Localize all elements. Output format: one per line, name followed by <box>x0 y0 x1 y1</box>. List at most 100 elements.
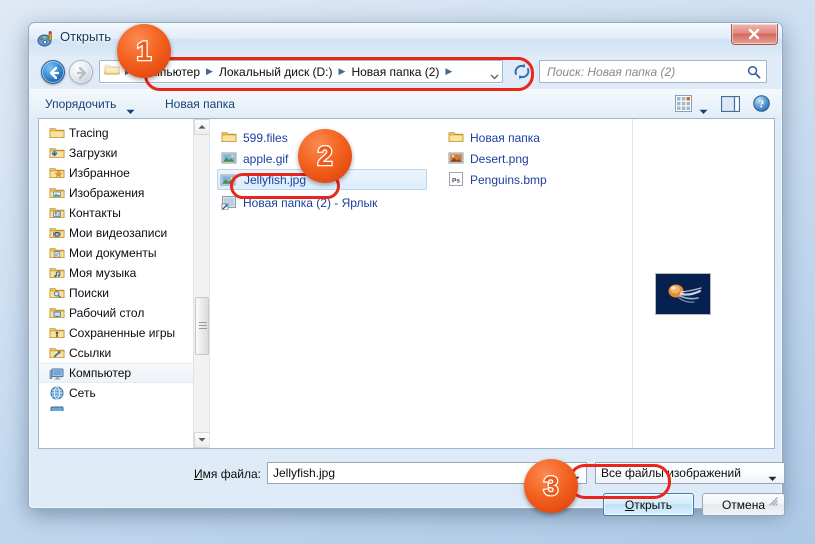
svg-text:?: ? <box>759 99 764 110</box>
list-item-label: 599.files <box>243 131 288 145</box>
sidebar-item-label: Избранное <box>69 166 130 180</box>
links-icon <box>49 345 65 361</box>
resize-grip[interactable] <box>766 493 778 505</box>
chevron-down-icon[interactable] <box>768 471 777 485</box>
scroll-down-button[interactable] <box>194 432 210 448</box>
list-item[interactable]: Desert.png <box>446 148 631 169</box>
sidebar-item-computer[interactable]: Компьютер <box>39 363 209 383</box>
chevron-down-icon[interactable] <box>490 68 499 77</box>
list-item-label: Jellyfish.jpg <box>244 173 306 187</box>
list-item-label: apple.gif <box>243 152 288 166</box>
search-input[interactable]: Поиск: Новая папка (2) <box>539 60 767 83</box>
sidebar-item-desktop[interactable]: Рабочий стол <box>39 303 209 323</box>
sidebar-scrollbar[interactable] <box>193 119 209 448</box>
preview-pane-icon[interactable] <box>721 96 740 117</box>
open-button[interactable]: Открыть <box>603 493 694 516</box>
sidebar-item-documents[interactable]: Мои документы <box>39 243 209 263</box>
sidebar-item-label: Изображения <box>69 186 144 200</box>
downloads-icon <box>49 145 65 161</box>
sidebar-item-label: Рабочий стол <box>69 306 144 320</box>
sidebar-item-pictures[interactable]: Изображения <box>39 183 209 203</box>
sidebar-item-music[interactable]: Моя музыка <box>39 263 209 283</box>
arrow-right-icon <box>74 65 90 81</box>
filename-label-mnemonic: И <box>194 467 203 481</box>
sidebar-item-partial[interactable] <box>39 403 209 411</box>
jellyfish-thumbnail <box>655 273 711 315</box>
arrow-left-icon <box>46 65 62 81</box>
network-icon <box>49 385 65 401</box>
searches-icon <box>49 285 65 301</box>
content-area: Tracing Загрузки Избранное Изображения <box>38 118 775 449</box>
sidebar-item-label: Tracing <box>69 126 109 140</box>
callout-2: 2 <box>298 129 352 183</box>
list-item[interactable]: Новая папка (2) - Ярлык <box>219 192 429 213</box>
music-icon <box>49 265 65 281</box>
sidebar-item-label: Моя музыка <box>69 266 136 280</box>
cancel-button-label: Отмена <box>722 498 765 512</box>
image-icon <box>448 150 464 166</box>
videos-icon <box>49 225 65 241</box>
scroll-up-button[interactable] <box>194 119 210 135</box>
sidebar-item-links[interactable]: Ссылки <box>39 343 209 363</box>
new-folder-button[interactable]: Новая папка <box>159 95 241 113</box>
filename-label-rest: мя файла: <box>203 467 261 481</box>
sidebar-item-contacts[interactable]: Контакты <box>39 203 209 223</box>
folder-icon <box>104 61 120 82</box>
sidebar-item-favorites[interactable]: Избранное <box>39 163 209 183</box>
shortcut-icon <box>221 194 237 210</box>
scrollbar-thumb[interactable] <box>195 297 209 355</box>
desktop-icon <box>49 305 65 321</box>
refresh-icon <box>511 60 533 83</box>
sidebar-item-network[interactable]: Сеть <box>39 383 209 403</box>
sidebar-item-searches[interactable]: Поиски <box>39 283 209 303</box>
filename-label: Имя файла: <box>194 467 261 481</box>
favorites-icon <box>49 165 65 181</box>
file-type-select[interactable]: Все файлы изображений <box>595 462 785 484</box>
paint-palette-icon <box>37 30 55 48</box>
file-type-value: Все файлы изображений <box>601 466 741 480</box>
sidebar-item-videos[interactable]: Мои видеозаписи <box>39 223 209 243</box>
contacts-icon <box>49 205 65 221</box>
open-file-dialog: Открыть ▶ Компьют <box>28 22 783 509</box>
window-title: Открыть <box>60 29 111 44</box>
close-button[interactable] <box>731 24 778 45</box>
file-list-column-right: Новая папка Desert.png Ps Penguins.bmp <box>446 127 631 190</box>
navigation-pane[interactable]: Tracing Загрузки Избранное Изображения <box>39 119 210 448</box>
documents-icon <box>49 245 65 261</box>
sidebar-item-saved-games[interactable]: Сохраненные игры <box>39 323 209 343</box>
list-item[interactable]: Новая папка <box>446 127 631 148</box>
callout-3: 3 <box>524 459 578 513</box>
open-button-mnemonic: О <box>625 498 634 512</box>
list-item-label: Penguins.bmp <box>470 173 547 187</box>
svg-text:Ps: Ps <box>452 177 460 184</box>
list-item[interactable]: Ps Penguins.bmp <box>446 169 631 190</box>
list-item-label: Desert.png <box>470 152 529 166</box>
breadcrumb-item-new-folder[interactable]: Новая папка (2) <box>348 63 442 81</box>
list-item-label: Новая папка <box>470 131 540 145</box>
breadcrumb-separator: ▶ <box>442 66 455 77</box>
forward-button[interactable] <box>69 60 93 84</box>
sidebar-item-label: Сохраненные игры <box>69 326 175 340</box>
toolbar: Упорядочить Новая папка <box>29 89 782 117</box>
open-button-rest: ткрыть <box>634 498 672 512</box>
breadcrumb-item-local-disk[interactable]: Локальный диск (D:) <box>216 63 336 81</box>
organize-button[interactable]: Упорядочить <box>39 95 122 113</box>
file-list[interactable]: 599.files apple.gif Jellyfish.jpg <box>211 119 631 448</box>
sidebar-item-label: Компьютер <box>69 366 131 380</box>
folder-icon <box>49 125 65 141</box>
back-button[interactable] <box>41 60 65 84</box>
callout-1: 1 <box>117 24 171 78</box>
sidebar-item-tracing[interactable]: Tracing <box>39 123 209 143</box>
sidebar-item-label: Загрузки <box>69 146 117 160</box>
help-icon[interactable]: ? <box>753 95 770 117</box>
filename-value: Jellyfish.jpg <box>273 466 335 480</box>
refresh-button[interactable] <box>511 60 533 83</box>
view-tiles-icon[interactable] <box>675 95 692 117</box>
search-placeholder: Поиск: Новая папка (2) <box>547 65 675 79</box>
folder-icon <box>448 129 464 145</box>
sidebar-item-label: Поиски <box>69 286 109 300</box>
photoshop-icon: Ps <box>448 171 464 187</box>
open-button-label: Открыть <box>625 498 672 512</box>
search-icon <box>747 65 761 84</box>
sidebar-item-downloads[interactable]: Загрузки <box>39 143 209 163</box>
